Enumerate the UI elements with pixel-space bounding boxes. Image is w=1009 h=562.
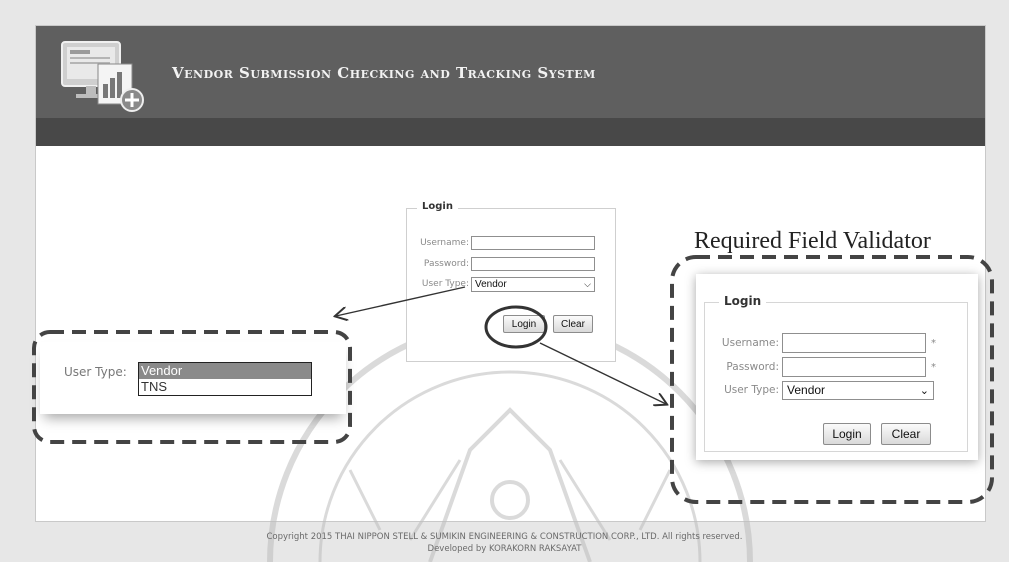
validator-password-label: Password: — [726, 361, 779, 373]
validator-callout-title: Required Field Validator — [694, 228, 931, 254]
username-label: Username: — [420, 238, 469, 248]
validator-clear-button[interactable]: Clear — [881, 423, 931, 445]
validator-login-legend: Login — [719, 294, 767, 308]
validator-password-row: Password: * — [705, 357, 936, 377]
dropdown-option-tns[interactable]: TNS — [139, 379, 311, 395]
password-row: Password: — [413, 256, 595, 272]
validator-username-label: Username: — [721, 337, 779, 349]
usertype-select-value: Vendor — [475, 278, 507, 290]
validator-login-fieldset: Login Username: * Password: * User Type:… — [704, 294, 968, 452]
chevron-down-icon: ⌄ — [919, 384, 929, 397]
site-title: Vendor Submission Checking and Tracking … — [172, 64, 596, 82]
footer-developer: Developed by KORAKORN RAKSAYAT — [427, 544, 582, 554]
usertype-row: User Type: Vendor ⌵ — [413, 276, 595, 292]
dropdown-callout-panel: User Type: Vendor TNS — [40, 342, 346, 414]
username-input[interactable] — [471, 236, 595, 250]
validator-callout-panel: Login Username: * Password: * User Type:… — [696, 274, 978, 460]
login-button[interactable]: Login — [503, 315, 545, 333]
clear-button[interactable]: Clear — [553, 315, 593, 333]
footer-copyright: Copyright 2015 THAI NIPPON STELL & SUMIK… — [266, 532, 743, 542]
password-input[interactable] — [471, 257, 595, 271]
validator-login-button[interactable]: Login — [823, 423, 871, 445]
validator-usertype-value: Vendor — [787, 383, 826, 397]
password-required-marker: * — [931, 361, 936, 373]
chevron-down-icon: ⌵ — [584, 278, 591, 289]
app-logo-icon — [61, 41, 144, 112]
dropdown-option-vendor[interactable]: Vendor — [139, 363, 311, 379]
header-subbar — [36, 118, 985, 146]
validator-password-input[interactable] — [782, 357, 926, 377]
usertype-dropdown-list[interactable]: Vendor TNS — [138, 362, 312, 396]
validator-usertype-label: User Type: — [724, 384, 779, 396]
username-required-marker: * — [931, 337, 936, 349]
login-fieldset: Login Username: Password: User Type: Ven… — [406, 201, 616, 362]
username-row: Username: — [413, 235, 595, 251]
password-label: Password: — [423, 259, 469, 269]
validator-username-row: Username: * — [705, 333, 936, 353]
dropdown-callout-label: User Type: — [64, 365, 127, 379]
usertype-select[interactable]: Vendor ⌵ — [471, 276, 595, 292]
validator-usertype-row: User Type: Vendor ⌄ — [705, 380, 934, 400]
site-header: Vendor Submission Checking and Tracking … — [36, 26, 985, 118]
usertype-label: User Type: — [421, 279, 469, 289]
validator-username-input[interactable] — [782, 333, 926, 353]
validator-usertype-select[interactable]: Vendor ⌄ — [782, 380, 934, 400]
login-legend: Login — [417, 201, 458, 212]
